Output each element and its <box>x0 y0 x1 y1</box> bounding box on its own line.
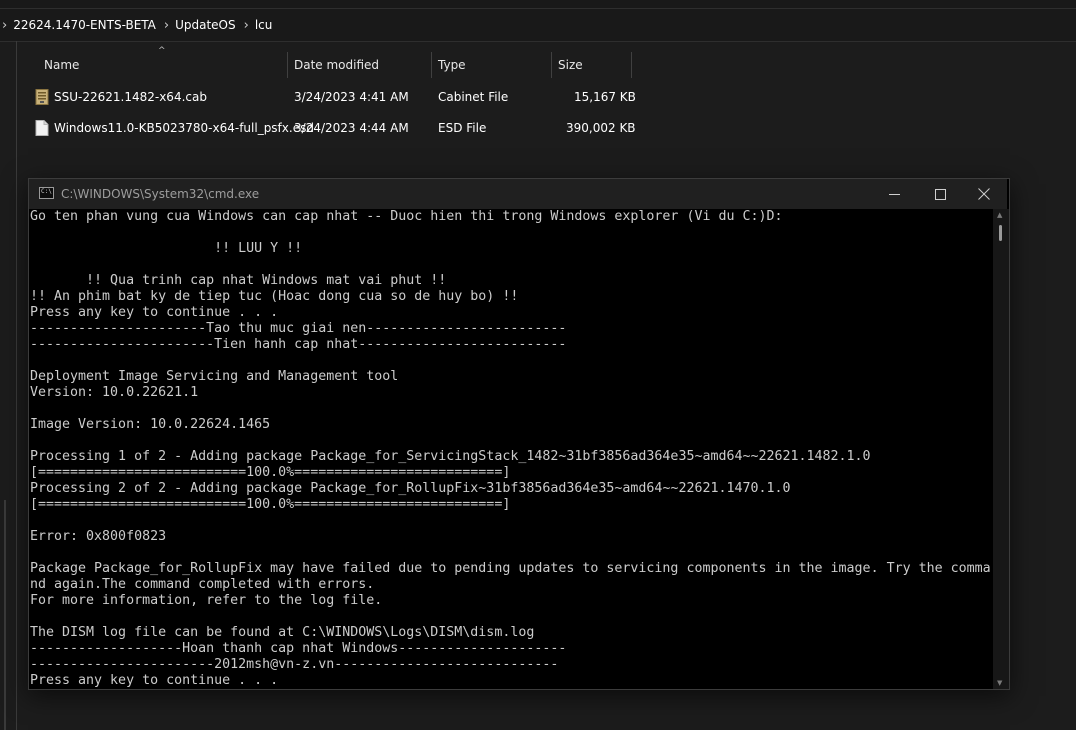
console-line: Deployment Image Servicing and Managemen… <box>30 369 399 384</box>
console-line: Processing 1 of 2 - Adding package Packa… <box>30 449 871 464</box>
column-header-name[interactable]: Name <box>38 52 286 78</box>
file-date: 3/24/2023 4:44 AM <box>294 121 409 135</box>
console-line: Image Version: 10.0.22624.1465 <box>30 417 271 432</box>
console-scrollbar[interactable]: ▲ ▼ <box>993 209 1009 689</box>
scrollbar-thumb[interactable] <box>999 225 1002 241</box>
cabinet-file-icon <box>35 89 49 105</box>
maximize-icon <box>934 188 946 200</box>
breadcrumb-item-updateos[interactable]: UpdateOS <box>175 18 236 32</box>
console-line: !! LUU Y !! <box>30 241 303 256</box>
desktop: › 22624.1470-ENTS-BETA › UpdateOS › lcu … <box>0 0 1076 730</box>
scroll-down-icon[interactable]: ▼ <box>997 679 1002 687</box>
file-name[interactable]: SSU-22621.1482-x64.cab <box>54 83 207 111</box>
console-line: ----------------------Tao thu muc giai n… <box>30 321 567 336</box>
close-button[interactable] <box>961 179 1007 209</box>
file-date: 3/24/2023 4:41 AM <box>294 90 409 104</box>
cmd-title-bar[interactable]: C:\WINDOWS\System32\cmd.exe <box>29 179 1007 209</box>
breadcrumb-item-lcu[interactable]: lcu <box>255 18 273 32</box>
file-type: ESD File <box>438 121 487 135</box>
console-line: Go ten phan vung cua Windows can cap nha… <box>30 209 783 224</box>
cmd-window-title: C:\WINDOWS\System32\cmd.exe <box>61 187 260 201</box>
column-divider[interactable] <box>631 52 632 78</box>
console-line: -----------------------Tien hanh cap nha… <box>30 337 567 352</box>
console-line: Error: 0x800f0823 <box>30 529 167 544</box>
console-line: The DISM log file can be found at C:\WIN… <box>30 625 535 640</box>
console-line: Package Package_for_RollupFix may have f… <box>30 561 990 576</box>
breadcrumb: › 22624.1470-ENTS-BETA › UpdateOS › lcu <box>0 8 1076 42</box>
console-line: [==========================100.0%=======… <box>30 497 511 512</box>
file-size: 390,002 KB <box>566 121 636 135</box>
document-file-icon <box>35 120 49 136</box>
console-icon[interactable] <box>39 187 54 199</box>
maximize-button[interactable] <box>917 179 963 209</box>
explorer-top-strip <box>0 0 1076 8</box>
file-size: 15,167 KB <box>574 90 636 104</box>
minimize-button[interactable] <box>871 179 917 209</box>
navigation-pane-scrollbar[interactable] <box>4 500 6 730</box>
column-header-date[interactable]: Date modified <box>288 52 430 78</box>
breadcrumb-item-build[interactable]: 22624.1470-ENTS-BETA <box>13 18 156 32</box>
chevron-right-icon[interactable]: › <box>242 18 249 33</box>
console-line: Press any key to continue . . . <box>30 305 279 320</box>
chevron-right-icon[interactable]: › <box>162 18 169 33</box>
console-line: Version: 10.0.22621.1 <box>30 385 199 400</box>
console-line: nd again.The command completed with erro… <box>30 577 375 592</box>
file-row[interactable]: Windows11.0-KB5023780-x64-full_psfx.esd … <box>30 114 640 142</box>
scroll-up-icon[interactable]: ▲ <box>997 211 1002 219</box>
column-header-size[interactable]: Size <box>552 52 630 78</box>
console-line: Press any key to continue . . . <box>30 673 279 688</box>
navigation-pane-divider[interactable] <box>16 41 17 730</box>
chevron-right-icon[interactable]: › <box>0 18 7 33</box>
cmd-window[interactable]: C:\WINDOWS\System32\cmd.exe Go ten phan … <box>28 178 1010 690</box>
close-icon <box>978 188 990 200</box>
console-line: [==========================100.0%=======… <box>30 465 511 480</box>
minimize-icon <box>888 193 900 195</box>
file-list-header: Name Date modified Type Size <box>38 52 638 78</box>
file-name[interactable]: Windows11.0-KB5023780-x64-full_psfx.esd <box>54 114 314 142</box>
file-type: Cabinet File <box>438 90 509 104</box>
console-line: -------------------Hoan thanh cap nhat W… <box>30 641 567 656</box>
console-line: !! Qua trinh cap nhat Windows mat vai ph… <box>30 273 447 288</box>
console-line: -----------------------2012msh@vn-z.vn--… <box>30 657 559 672</box>
console-line: !! An phim bat ky de tiep tuc (Hoac dong… <box>30 289 519 304</box>
console-output[interactable]: Go ten phan vung cua Windows can cap nha… <box>30 209 990 689</box>
file-row[interactable]: SSU-22621.1482-x64.cab 3/24/2023 4:41 AM… <box>30 83 640 111</box>
console-line: For more information, refer to the log f… <box>30 593 383 608</box>
column-header-type[interactable]: Type <box>432 52 550 78</box>
console-line: Processing 2 of 2 - Adding package Packa… <box>30 481 791 496</box>
